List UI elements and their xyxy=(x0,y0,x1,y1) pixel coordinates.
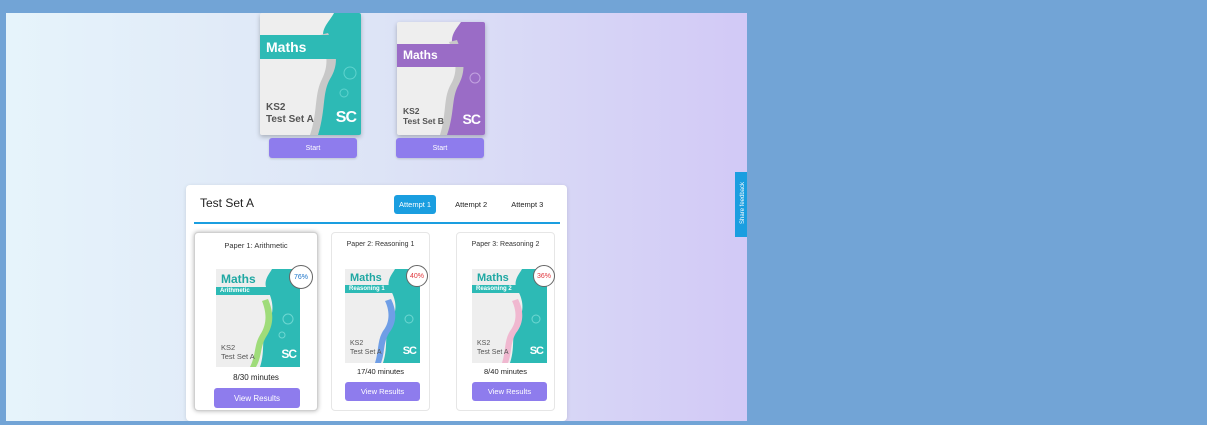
sc-logo: SC xyxy=(529,345,544,357)
cover-line1: KS2 xyxy=(266,102,286,113)
share-feedback-label: Share feedback xyxy=(740,181,746,225)
sc-logo: SC xyxy=(462,111,481,127)
cover-label: KS2 Test Set A xyxy=(266,102,314,126)
cover-subject: Maths xyxy=(397,44,485,67)
tab-attempt-2[interactable]: Attempt 2 xyxy=(450,195,492,214)
paper-time: 17/40 minutes xyxy=(356,367,405,376)
view-results-button[interactable]: View Results xyxy=(472,382,547,401)
paper-cover-label: KS2 Test Set A xyxy=(477,340,509,356)
card-title: Test Set A xyxy=(200,196,255,210)
sc-logo: SC xyxy=(402,345,417,357)
paper-cover-label: KS2 Test Set A xyxy=(221,343,255,361)
paper-cover: Maths Arithmetic KS2 Test Set A SC xyxy=(216,269,300,367)
paper-title: Paper 1: Arithmetic xyxy=(224,241,288,250)
cover-subject: Maths xyxy=(260,35,361,60)
sc-logo: SC xyxy=(281,347,297,361)
cover-label: KS2 Test Set B xyxy=(403,106,444,126)
paper-cover-subject: Maths xyxy=(350,272,382,284)
score-badge: 76% xyxy=(289,265,313,289)
cover-line2: Test Set A xyxy=(266,114,314,125)
paper-cover-sub: Arithmetic xyxy=(216,287,276,295)
cover-line1: KS2 xyxy=(403,105,420,116)
paper-time: 8/40 minutes xyxy=(484,367,527,376)
paper-cover-subject: Maths xyxy=(477,272,509,284)
paper-cover-label: KS2 Test Set A xyxy=(350,340,382,356)
score-badge: 36% xyxy=(533,265,555,287)
sc-logo: SC xyxy=(335,109,357,126)
tab-underline xyxy=(194,222,560,224)
attempt-tabs: Attempt 1 Attempt 2 Attempt 3 xyxy=(394,195,548,214)
paper-cover-subject: Maths xyxy=(221,272,256,286)
book-cover-test-set-b[interactable]: × Maths KS2 Test Set B SC xyxy=(397,22,485,135)
paper-cover-sub: Reasoning 1 xyxy=(345,285,397,293)
paper-cover-sub: Reasoning 2 xyxy=(472,285,524,293)
tab-attempt-1[interactable]: Attempt 1 xyxy=(394,195,437,214)
cover-line2: Test Set B xyxy=(403,115,444,126)
paper-card-reasoning-1[interactable]: Paper 2: Reasoning 1 Maths Reasoning 1 K… xyxy=(331,232,430,411)
score-badge: 40% xyxy=(406,265,428,287)
book-cover-test-set-a[interactable]: × Maths KS2 Test Set A SC xyxy=(260,13,361,135)
paper-time: 8/30 minutes xyxy=(233,373,279,382)
start-button-test-set-b[interactable]: Start xyxy=(396,138,484,158)
share-feedback-button[interactable]: Share feedback xyxy=(735,172,747,237)
app-area: × Maths KS2 Test Set A SC × Maths KS2 Te… xyxy=(6,13,747,421)
paper-title: Paper 3: Reasoning 2 xyxy=(471,241,540,248)
test-set-card: Test Set A Attempt 1 Attempt 2 Attempt 3… xyxy=(186,185,567,421)
paper-card-reasoning-2[interactable]: Paper 3: Reasoning 2 Maths Reasoning 2 K… xyxy=(456,232,555,411)
start-button-test-set-a[interactable]: Start xyxy=(269,138,357,158)
view-results-button[interactable]: View Results xyxy=(214,388,300,408)
tab-attempt-3[interactable]: Attempt 3 xyxy=(506,195,548,214)
view-results-button[interactable]: View Results xyxy=(345,382,420,401)
paper-title: Paper 2: Reasoning 1 xyxy=(346,241,415,248)
paper-card-arithmetic[interactable]: Paper 1: Arithmetic Maths Arithmetic KS2… xyxy=(194,232,318,411)
